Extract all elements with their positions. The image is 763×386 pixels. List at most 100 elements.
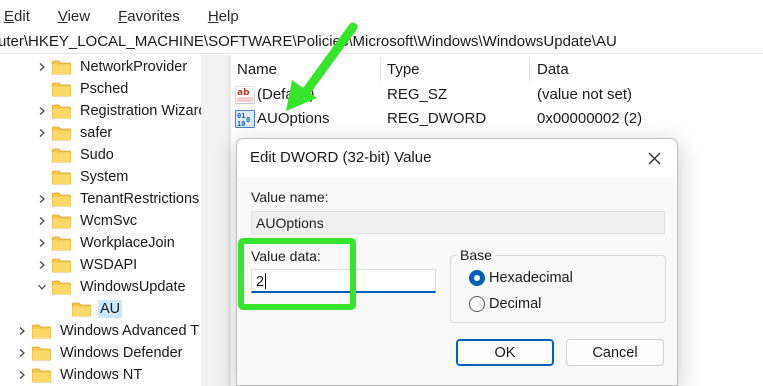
tree-item-label: TenantRestrictions (80, 191, 200, 207)
list-row[interactable]: 01 10 0 AUOptions REG_DWORD 0x00000002 (2) (231, 107, 763, 131)
svg-text:0: 0 (246, 116, 250, 124)
tree-item-label: WcmSvc (80, 213, 138, 229)
svg-text:01: 01 (237, 112, 245, 120)
radio-unselected-icon (469, 296, 485, 312)
dialog-title: Edit DWORD (32-bit) Value (250, 149, 432, 166)
tree-item[interactable]: TenantRestrictions (36, 188, 201, 210)
chevron-down-icon[interactable] (36, 276, 48, 298)
base-label: Base (457, 247, 495, 263)
value-type: REG_SZ (387, 86, 448, 103)
tree-item[interactable]: WindowsUpdate (36, 276, 188, 298)
value-name: (Default) (257, 86, 315, 103)
close-button[interactable] (643, 147, 665, 169)
address-path[interactable]: uter\HKEY_LOCAL_MACHINE\SOFTWARE\Policie… (0, 32, 617, 52)
address-bar[interactable]: uter\HKEY_LOCAL_MACHINE\SOFTWARE\Policie… (0, 32, 763, 54)
folder-icon (52, 214, 71, 229)
tree-item-label: Registration Wizard (80, 103, 207, 119)
tree-item-label: System (80, 169, 129, 185)
folder-icon (52, 170, 71, 185)
value-data: 0x00000002 (2) (537, 110, 643, 127)
chevron-right-icon[interactable] (36, 122, 48, 144)
svg-text:10: 10 (237, 120, 245, 128)
chevron-right-icon[interactable] (36, 210, 48, 232)
tree-item-label: WSDAPI (80, 257, 138, 273)
column-divider[interactable] (529, 57, 530, 81)
value-name-label: Value name: (251, 189, 329, 205)
tree-scrollbar[interactable] (201, 55, 228, 386)
chevron-right-icon[interactable] (36, 254, 48, 276)
folder-icon (52, 236, 71, 251)
dword-value-icon: 01 10 0 (235, 110, 255, 128)
tree-item[interactable]: WcmSvc (36, 210, 139, 232)
decimal-radio[interactable]: Decimal (469, 296, 541, 312)
tree-item-label: Windows Advanced T (60, 323, 200, 339)
tree-item-label: Psched (80, 81, 129, 97)
tree-item[interactable]: NetworkProvider (36, 56, 189, 78)
folder-icon (72, 302, 91, 317)
chevron-right-icon[interactable] (36, 56, 48, 78)
folder-icon (52, 258, 71, 273)
chevron-right-icon[interactable] (36, 232, 48, 254)
radio-label: Decimal (489, 296, 542, 312)
column-header-data[interactable]: Data (537, 61, 569, 78)
list-row[interactable]: ab (Default) REG_SZ (value not set) (231, 83, 763, 107)
value-name-text: AUOptions (256, 215, 324, 231)
column-header-type[interactable]: Type (387, 61, 420, 78)
folder-icon (52, 104, 71, 119)
folder-icon (52, 126, 71, 141)
tree-item[interactable]: Registration Wizard (36, 100, 209, 122)
value-type: REG_DWORD (387, 110, 487, 127)
folder-open-icon (52, 280, 71, 295)
ok-button[interactable]: OK (456, 339, 554, 366)
menu-edit[interactable]: Edit (0, 8, 39, 25)
menu-favorites[interactable]: Favorites (113, 8, 189, 25)
tree-item[interactable]: Windows Defender (16, 342, 185, 364)
folder-icon (52, 60, 71, 75)
tree-item-label: safer (80, 125, 113, 141)
tree-item-label: NetworkProvider (80, 59, 188, 75)
folder-icon (52, 192, 71, 207)
chevron-right-icon[interactable] (36, 188, 48, 210)
tree-item[interactable]: Windows NT (16, 364, 144, 386)
tree-item-label: Windows NT (60, 367, 143, 383)
menu-view[interactable]: View (53, 8, 99, 25)
hexadecimal-radio[interactable]: Hexadecimal (469, 270, 573, 286)
folder-icon (32, 324, 51, 339)
base-group (450, 255, 666, 323)
tree-item[interactable]: safer (36, 122, 114, 144)
close-icon (648, 152, 660, 164)
value-data: (value not set) (537, 86, 633, 103)
folder-icon (32, 346, 51, 361)
cancel-button[interactable]: Cancel (566, 339, 664, 366)
tree-item-label: Sudo (80, 147, 114, 163)
value-name-field: AUOptions (251, 211, 665, 234)
tree-item[interactable]: Psched (36, 78, 130, 100)
string-value-icon: ab (235, 86, 255, 104)
dialog-titlebar[interactable]: Edit DWORD (32-bit) Value (237, 139, 677, 177)
tree-item[interactable]: WSDAPI (36, 254, 139, 276)
tree-item-label: Windows Defender (60, 345, 183, 361)
list-header: Name Type Data (231, 55, 763, 83)
svg-text:ab: ab (237, 88, 250, 98)
value-name: AUOptions (257, 110, 330, 127)
menu-bar: Edit View Favorites Help (0, 0, 763, 32)
menu-help[interactable]: Help (203, 8, 248, 25)
chevron-right-icon[interactable] (16, 320, 28, 342)
chevron-right-icon[interactable] (16, 342, 28, 364)
column-header-name[interactable]: Name (237, 61, 277, 78)
key-tree: NetworkProvider Psched Registration Wiza… (0, 55, 229, 386)
tree-item[interactable]: Sudo (36, 144, 116, 166)
folder-icon (52, 82, 71, 97)
annotation-highlight-box (238, 238, 356, 310)
column-divider[interactable] (380, 57, 381, 81)
folder-icon (52, 148, 71, 163)
chevron-right-icon[interactable] (16, 364, 28, 386)
chevron-right-icon[interactable] (36, 100, 48, 122)
tree-item-label: WorkplaceJoin (80, 235, 175, 251)
tree-item[interactable]: Windows Advanced T (16, 320, 201, 342)
tree-item-selected[interactable]: AU (56, 298, 123, 320)
radio-label: Hexadecimal (489, 270, 573, 286)
folder-icon (32, 368, 51, 383)
tree-item[interactable]: System (36, 166, 130, 188)
tree-item[interactable]: WorkplaceJoin (36, 232, 177, 254)
